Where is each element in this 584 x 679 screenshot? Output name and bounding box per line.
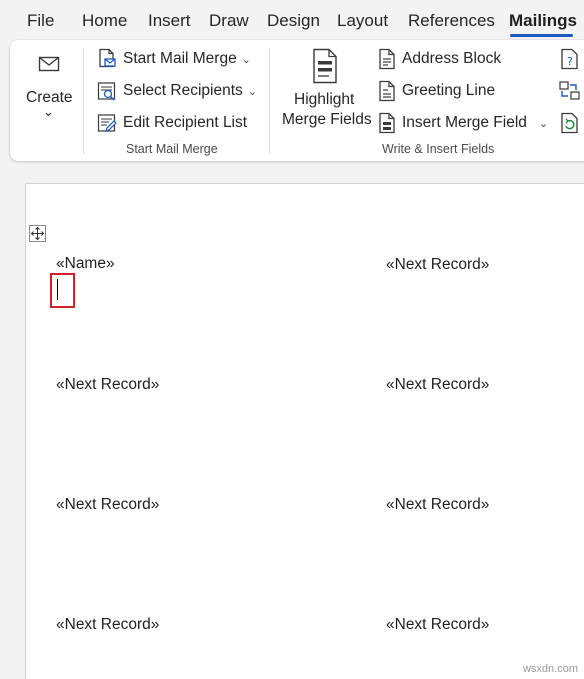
greeting-line-label: Greeting Line xyxy=(402,82,496,99)
start-mail-merge-label: Start Mail Merge xyxy=(123,50,237,67)
svg-text:?: ? xyxy=(567,55,573,68)
chevron-down-icon: ⌄ xyxy=(241,53,251,66)
match-fields-icon[interactable] xyxy=(558,80,582,102)
edit-recipient-list-label: Edit Recipient List xyxy=(123,114,248,131)
update-labels-icon[interactable] xyxy=(559,112,581,134)
merge-field-next-record[interactable]: «Next Record» xyxy=(386,616,489,634)
create-button[interactable]: Create ⌄ xyxy=(26,48,73,148)
write-insert-fields-group-label: Write & Insert Fields xyxy=(382,142,495,156)
select-recipients-button[interactable]: Select Recipients ⌄ xyxy=(97,78,257,104)
text-cursor xyxy=(57,279,58,300)
edit-recipient-list-button[interactable]: Edit Recipient List xyxy=(97,110,247,136)
merge-field-next-record[interactable]: «Next Record» xyxy=(56,616,159,634)
start-mail-merge-button[interactable]: Start Mail Merge ⌄ xyxy=(97,46,251,72)
tab-home[interactable]: Home xyxy=(82,11,127,31)
highlight-label-line1: Highlight xyxy=(294,91,355,108)
highlight-merge-fields-button[interactable]: Highlight Merge Fields xyxy=(280,46,372,136)
merge-field-next-record[interactable]: «Next Record» xyxy=(56,496,159,514)
group-separator xyxy=(269,48,270,154)
highlight-label-line2: Merge Fields xyxy=(282,111,372,128)
move-arrows-icon xyxy=(30,226,45,241)
watermark: wsxdn.com xyxy=(522,663,578,675)
tab-file[interactable]: File xyxy=(27,11,54,31)
chevron-down-icon: ⌄ xyxy=(43,104,54,119)
tab-draw[interactable]: Draw xyxy=(209,11,249,31)
chevron-down-icon: ⌄ xyxy=(247,85,257,98)
tab-references[interactable]: References xyxy=(408,11,495,31)
group-separator xyxy=(83,48,84,154)
rules-icon[interactable]: ? xyxy=(559,48,581,70)
highlight-merge-fields-icon xyxy=(313,48,337,84)
address-block-button[interactable]: Address Block xyxy=(378,46,501,72)
start-mail-merge-icon xyxy=(99,48,116,68)
table-move-handle[interactable] xyxy=(29,225,46,242)
select-recipients-icon xyxy=(97,82,116,101)
envelope-icon xyxy=(38,56,60,72)
merge-field-name[interactable]: «Name» xyxy=(56,255,115,273)
edit-recipient-list-icon xyxy=(97,114,117,132)
cursor-highlight-box xyxy=(50,273,75,308)
select-recipients-label: Select Recipients xyxy=(123,82,243,99)
address-block-label: Address Block xyxy=(402,50,502,67)
insert-merge-field-button[interactable]: Insert Merge Field ⌄ xyxy=(378,110,548,136)
tab-mailings[interactable]: Mailings xyxy=(509,11,577,31)
merge-field-next-record[interactable]: «Next Record» xyxy=(386,496,489,514)
chevron-down-icon[interactable]: ⌄ xyxy=(539,117,548,130)
tab-design[interactable]: Design xyxy=(267,11,320,31)
greeting-line-icon xyxy=(379,80,395,102)
start-mail-merge-group-label: Start Mail Merge xyxy=(126,142,218,156)
tab-insert[interactable]: Insert xyxy=(148,11,191,31)
merge-field-next-record[interactable]: «Next Record» xyxy=(386,376,489,394)
merge-field-next-record[interactable]: «Next Record» xyxy=(56,376,159,394)
active-tab-indicator xyxy=(510,34,573,37)
greeting-line-button[interactable]: Greeting Line xyxy=(378,78,495,104)
merge-field-next-record[interactable]: «Next Record» xyxy=(386,256,489,274)
tab-layout[interactable]: Layout xyxy=(337,11,388,31)
insert-merge-field-label: Insert Merge Field xyxy=(402,114,527,131)
insert-merge-field-icon xyxy=(379,112,395,134)
address-block-icon xyxy=(379,48,395,70)
